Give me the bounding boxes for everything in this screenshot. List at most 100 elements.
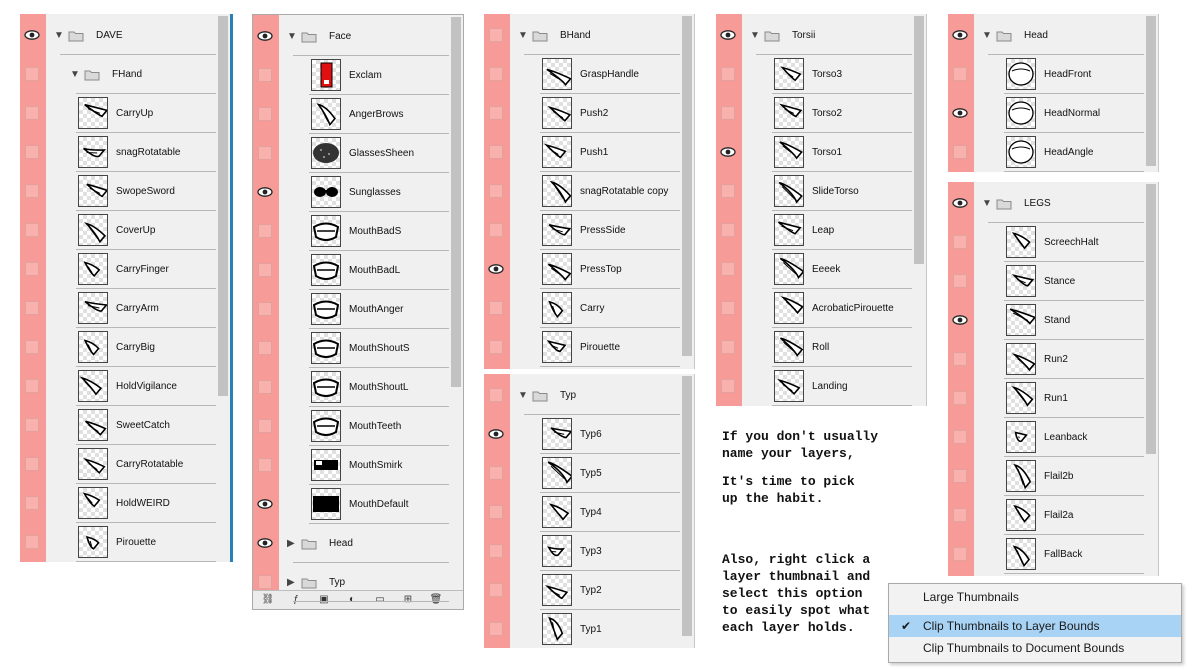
layer-thumbnail[interactable] xyxy=(1006,460,1036,492)
visibility-toggle[interactable] xyxy=(253,212,279,250)
layer-thumbnail[interactable] xyxy=(311,59,341,91)
visibility-toggle[interactable] xyxy=(253,56,279,94)
layer-thumbnail[interactable] xyxy=(1006,226,1036,258)
layer-thumbnail[interactable] xyxy=(78,409,108,441)
visibility-toggle[interactable] xyxy=(948,16,974,54)
layer-row-roll[interactable]: Roll xyxy=(716,328,912,367)
layer-row-typ3[interactable]: Typ3 xyxy=(484,532,680,571)
layer-thumbnail[interactable] xyxy=(774,331,804,363)
visibility-toggle[interactable] xyxy=(484,289,510,327)
layer-thumbnail[interactable] xyxy=(1006,343,1036,375)
layer-row-torso3[interactable]: Torso3 xyxy=(716,55,912,94)
layer-row-torso2[interactable]: Torso2 xyxy=(716,94,912,133)
visibility-toggle[interactable] xyxy=(20,445,46,483)
layer-row-stance[interactable]: Stance xyxy=(948,262,1144,301)
layer-thumbnail[interactable] xyxy=(78,331,108,363)
layer-row-carryarm[interactable]: CarryArm xyxy=(20,289,216,328)
layer-thumbnail[interactable] xyxy=(78,97,108,129)
layer-thumbnail[interactable] xyxy=(1006,304,1036,336)
visibility-toggle[interactable] xyxy=(948,223,974,261)
expand-down-icon[interactable]: ▼ xyxy=(982,199,992,209)
expand-down-icon[interactable]: ▼ xyxy=(982,31,992,41)
visibility-toggle[interactable] xyxy=(716,367,742,405)
layer-thumbnail[interactable] xyxy=(78,448,108,480)
visibility-toggle[interactable] xyxy=(948,55,974,93)
layer-thumbnail[interactable] xyxy=(542,331,572,363)
scrollbar[interactable] xyxy=(1144,14,1158,172)
layer-thumbnail[interactable] xyxy=(774,58,804,90)
visibility-toggle[interactable] xyxy=(716,328,742,366)
layer-row-typ1[interactable]: Typ1 xyxy=(484,610,680,648)
layer-row-eeeek[interactable]: Eeeek xyxy=(716,250,912,289)
layer-thumbnail[interactable] xyxy=(311,371,341,403)
visibility-toggle[interactable] xyxy=(948,184,974,222)
layer-row-push2[interactable]: Push2 xyxy=(484,94,680,133)
visibility-toggle[interactable] xyxy=(948,262,974,300)
layer-thumbnail[interactable] xyxy=(311,293,341,325)
layer-row-mouthshouts[interactable]: MouthShoutS xyxy=(253,329,449,368)
expand-right-icon[interactable]: ▶ xyxy=(287,578,295,588)
layer-thumbnail[interactable] xyxy=(1006,136,1036,168)
layer-thumbnail[interactable] xyxy=(311,137,341,169)
visibility-toggle[interactable] xyxy=(20,367,46,405)
visibility-toggle[interactable] xyxy=(253,407,279,445)
layer-group-dave[interactable]: ▼ DAVE xyxy=(20,16,216,55)
layer-thumbnail[interactable] xyxy=(542,58,572,90)
visibility-toggle[interactable] xyxy=(948,379,974,417)
layer-row-mouthanger[interactable]: MouthAnger xyxy=(253,290,449,329)
layer-thumbnail[interactable] xyxy=(311,176,341,208)
layer-row-mouthshoutl[interactable]: MouthShoutL xyxy=(253,368,449,407)
visibility-toggle[interactable] xyxy=(253,524,279,562)
visibility-toggle[interactable] xyxy=(253,563,279,601)
layer-thumbnail[interactable] xyxy=(1006,382,1036,414)
visibility-toggle[interactable] xyxy=(20,328,46,366)
layer-row-mouthteeth[interactable]: MouthTeeth xyxy=(253,407,449,446)
layer-group-head[interactable]: ▼ Head xyxy=(948,16,1144,55)
layer-thumbnail[interactable] xyxy=(774,136,804,168)
layer-row-typ2[interactable]: Typ2 xyxy=(484,571,680,610)
visibility-toggle[interactable] xyxy=(20,172,46,210)
expand-down-icon[interactable]: ▼ xyxy=(287,32,297,42)
visibility-toggle[interactable] xyxy=(20,211,46,249)
visibility-toggle[interactable] xyxy=(253,290,279,328)
visibility-toggle[interactable] xyxy=(716,16,742,54)
layer-row-carrybig[interactable]: CarryBig xyxy=(20,328,216,367)
layer-row-carryfinger[interactable]: CarryFinger xyxy=(20,250,216,289)
visibility-toggle[interactable] xyxy=(484,172,510,210)
layer-row-sunglasses[interactable]: Sunglasses xyxy=(253,173,449,212)
scrollbar[interactable] xyxy=(680,14,694,369)
scrollbar[interactable] xyxy=(912,14,926,406)
layer-thumbnail[interactable] xyxy=(542,418,572,450)
visibility-toggle[interactable] xyxy=(484,571,510,609)
layer-row-screechhalt[interactable]: ScreechHalt xyxy=(948,223,1144,262)
layer-row-carryup[interactable]: CarryUp xyxy=(20,94,216,133)
layer-row-headfront[interactable]: HeadFront xyxy=(948,55,1144,94)
visibility-toggle[interactable] xyxy=(20,133,46,171)
layer-thumbnail[interactable] xyxy=(1006,538,1036,570)
layer-thumbnail[interactable] xyxy=(311,98,341,130)
layer-thumbnail[interactable] xyxy=(78,526,108,558)
expand-down-icon[interactable]: ▼ xyxy=(54,31,64,41)
visibility-toggle[interactable] xyxy=(484,133,510,171)
layer-group-face[interactable]: ▼ Face xyxy=(253,17,449,56)
visibility-toggle[interactable] xyxy=(484,493,510,531)
visibility-toggle[interactable] xyxy=(716,133,742,171)
layer-thumbnail[interactable] xyxy=(542,496,572,528)
layer-thumbnail[interactable] xyxy=(542,136,572,168)
layer-thumbnail[interactable] xyxy=(311,410,341,442)
layer-thumbnail[interactable] xyxy=(542,574,572,606)
layer-row-snagrotatable[interactable]: snagRotatable xyxy=(20,133,216,172)
layer-group-legs[interactable]: ▼ LEGS xyxy=(948,184,1144,223)
layer-thumbnail[interactable] xyxy=(542,253,572,285)
expand-down-icon[interactable]: ▼ xyxy=(750,31,760,41)
visibility-toggle[interactable] xyxy=(484,328,510,366)
layer-row-torso1[interactable]: Torso1 xyxy=(716,133,912,172)
layer-thumbnail[interactable] xyxy=(78,253,108,285)
layer-row-exclam[interactable]: Exclam xyxy=(253,56,449,95)
layer-row-headnormal[interactable]: HeadNormal xyxy=(948,94,1144,133)
layer-thumbnail[interactable] xyxy=(311,449,341,481)
visibility-toggle[interactable] xyxy=(484,94,510,132)
layer-thumbnail[interactable] xyxy=(1006,499,1036,531)
expand-down-icon[interactable]: ▼ xyxy=(70,70,80,80)
layer-thumbnail[interactable] xyxy=(1006,421,1036,453)
